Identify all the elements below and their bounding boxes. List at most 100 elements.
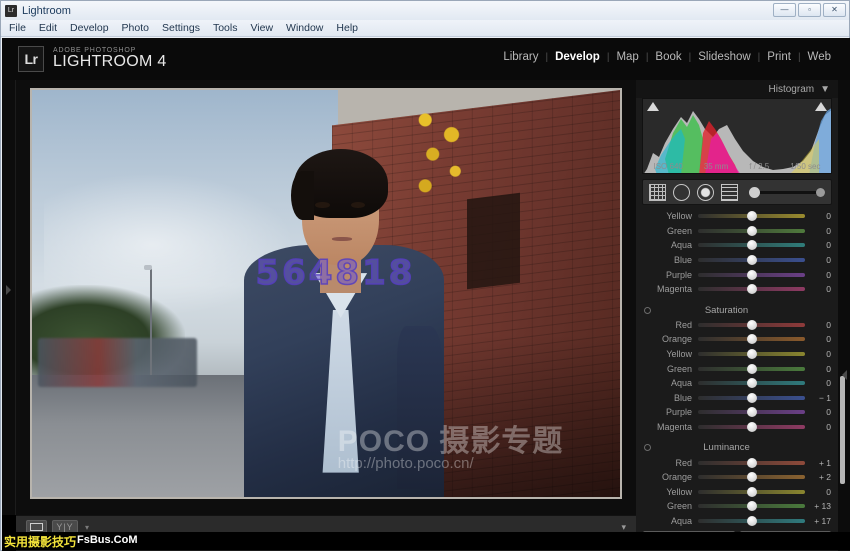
histogram-header[interactable]: Histogram ▼: [636, 80, 838, 98]
slider-knob[interactable]: [747, 501, 757, 511]
hue-slider-magenta[interactable]: [698, 287, 805, 291]
close-button[interactable]: ✕: [823, 3, 846, 17]
saturation-slider-green[interactable]: [698, 367, 805, 371]
crop-overlay-icon[interactable]: [649, 184, 666, 201]
slider-knob[interactable]: [747, 458, 757, 468]
saturation-value-orange[interactable]: 0: [805, 334, 831, 344]
graduated-filter-icon[interactable]: [721, 184, 738, 201]
menu-item-tools[interactable]: Tools: [213, 22, 238, 34]
module-tab-web[interactable]: Web: [801, 51, 838, 63]
slider-knob[interactable]: [747, 393, 757, 403]
slider-knob[interactable]: [747, 334, 757, 344]
hue-value-green[interactable]: 0: [805, 226, 831, 236]
saturation-slider-blue[interactable]: [698, 396, 805, 400]
shadow-clipping-icon[interactable]: [647, 102, 659, 111]
slider-knob[interactable]: [747, 270, 757, 280]
expand-left-panel-icon[interactable]: [6, 285, 11, 295]
brush-slider-end[interactable]: [816, 188, 825, 197]
slider-knob[interactable]: [747, 349, 757, 359]
slider-knob[interactable]: [747, 407, 757, 417]
saturation-value-purple[interactable]: 0: [805, 407, 831, 417]
hue-slider-aqua[interactable]: [698, 243, 805, 247]
module-tab-print[interactable]: Print: [760, 51, 798, 63]
luminance-slider-aqua[interactable]: [698, 519, 805, 523]
highlight-clipping-icon[interactable]: [815, 102, 827, 111]
luminance-section-header[interactable]: Luminance: [636, 440, 838, 455]
menu-item-view[interactable]: View: [250, 22, 273, 34]
saturation-section-header[interactable]: Saturation: [636, 303, 838, 318]
hue-value-purple[interactable]: 0: [805, 270, 831, 280]
saturation-value-magenta[interactable]: 0: [805, 422, 831, 432]
slider-knob[interactable]: [747, 378, 757, 388]
module-tab-book[interactable]: Book: [648, 51, 688, 63]
luminance-value-orange[interactable]: + 2: [805, 472, 831, 482]
menu-item-help[interactable]: Help: [336, 22, 358, 34]
maximize-button[interactable]: ▫: [798, 3, 821, 17]
module-tab-develop[interactable]: Develop: [548, 51, 607, 63]
histogram[interactable]: ISO 640 35 mm f / 2.5 1/50 sec: [642, 98, 832, 174]
module-tab-map[interactable]: Map: [609, 51, 645, 63]
hue-value-blue[interactable]: 0: [805, 255, 831, 265]
menu-item-window[interactable]: Window: [286, 22, 323, 34]
panel-scrollbar-thumb[interactable]: [840, 376, 845, 484]
saturation-slider-aqua[interactable]: [698, 381, 805, 385]
hue-slider-purple[interactable]: [698, 273, 805, 277]
hue-value-yellow[interactable]: 0: [805, 211, 831, 221]
slider-knob[interactable]: [747, 240, 757, 250]
saturation-value-yellow[interactable]: 0: [805, 349, 831, 359]
hue-value-aqua[interactable]: 0: [805, 240, 831, 250]
module-tab-slideshow[interactable]: Slideshow: [691, 51, 757, 63]
luminance-slider-green[interactable]: [698, 504, 805, 508]
module-tab-library[interactable]: Library: [496, 51, 545, 63]
saturation-slider-yellow[interactable]: [698, 352, 805, 356]
slider-knob[interactable]: [747, 487, 757, 497]
slider-knob[interactable]: [747, 422, 757, 432]
luminance-target-icon[interactable]: [644, 444, 651, 451]
luminance-value-yellow[interactable]: 0: [805, 487, 831, 497]
menu-item-settings[interactable]: Settings: [162, 22, 200, 34]
hue-slider-green[interactable]: [698, 229, 805, 233]
slider-knob[interactable]: [747, 284, 757, 294]
slider-knob[interactable]: [747, 255, 757, 265]
adjustment-brush-slider[interactable]: [749, 191, 825, 194]
toolbar-dropdown-icon[interactable]: ▾: [85, 523, 89, 532]
photo-preview[interactable]: 564818 POCO 摄影专题 http://photo.poco.cn/: [32, 90, 620, 497]
slider-knob[interactable]: [747, 320, 757, 330]
slider-knob[interactable]: [747, 364, 757, 374]
spot-removal-icon[interactable]: [673, 184, 690, 201]
slider-knob[interactable]: [747, 472, 757, 482]
luminance-value-green[interactable]: + 13: [805, 501, 831, 511]
saturation-slider-purple[interactable]: [698, 410, 805, 414]
collapse-right-panel-icon[interactable]: [842, 370, 847, 380]
left-panel-collapsed[interactable]: [2, 80, 16, 515]
luminance-slider-orange[interactable]: [698, 475, 805, 479]
menu-item-file[interactable]: File: [9, 22, 26, 34]
red-eye-icon[interactable]: [697, 184, 714, 201]
luminance-value-aqua[interactable]: + 17: [805, 516, 831, 526]
toolbar-options-icon[interactable]: ▾: [621, 522, 626, 533]
luminance-value-red[interactable]: + 1: [805, 458, 831, 468]
slider-knob[interactable]: [747, 516, 757, 526]
saturation-value-blue[interactable]: − 1: [805, 393, 831, 403]
right-panel-edge[interactable]: [838, 80, 850, 551]
menu-item-edit[interactable]: Edit: [39, 22, 57, 34]
menu-item-photo[interactable]: Photo: [122, 22, 149, 34]
saturation-value-red[interactable]: 0: [805, 320, 831, 330]
luminance-slider-red[interactable]: [698, 461, 805, 465]
image-canvas[interactable]: 564818 POCO 摄影专题 http://photo.poco.cn/: [16, 80, 636, 515]
menu-item-develop[interactable]: Develop: [70, 22, 109, 34]
saturation-slider-magenta[interactable]: [698, 425, 805, 429]
luminance-slider-yellow[interactable]: [698, 490, 805, 494]
hue-slider-blue[interactable]: [698, 258, 805, 262]
brush-slider-knob[interactable]: [749, 187, 760, 198]
saturation-value-green[interactable]: 0: [805, 364, 831, 374]
minimize-button[interactable]: —: [773, 3, 796, 17]
saturation-value-aqua[interactable]: 0: [805, 378, 831, 388]
saturation-slider-red[interactable]: [698, 323, 805, 327]
slider-knob[interactable]: [747, 226, 757, 236]
slider-knob[interactable]: [747, 211, 757, 221]
hue-value-magenta[interactable]: 0: [805, 284, 831, 294]
saturation-target-icon[interactable]: [644, 307, 651, 314]
chevron-down-icon[interactable]: ▼: [820, 84, 830, 95]
hue-slider-yellow[interactable]: [698, 214, 805, 218]
